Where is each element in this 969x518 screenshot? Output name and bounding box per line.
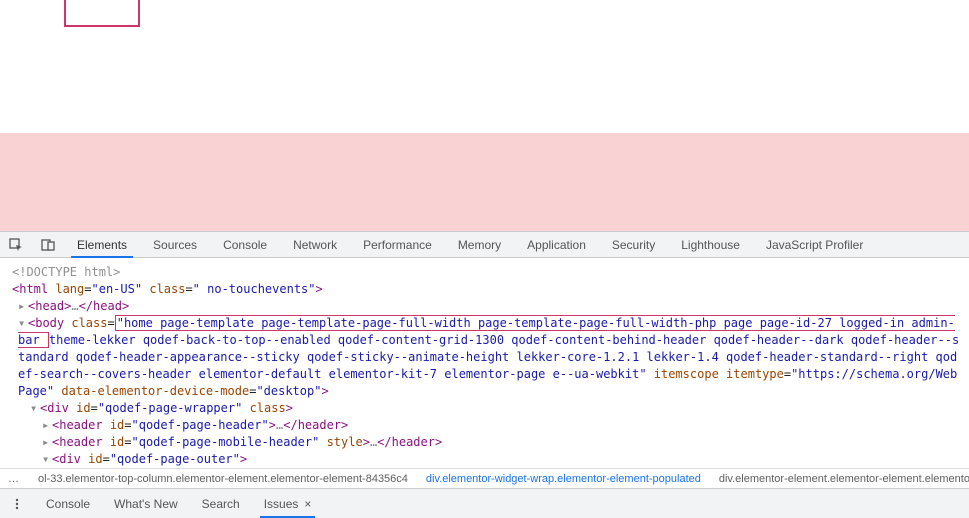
inspect-element-icon[interactable]: [0, 232, 32, 257]
drawer-tab-search[interactable]: Search: [190, 489, 252, 518]
breadcrumb-overflow[interactable]: …: [8, 473, 20, 485]
breadcrumb-bar[interactable]: … ol-33.elementor-top-column.elementor-e…: [0, 468, 969, 488]
tab-application[interactable]: Application: [514, 232, 599, 257]
kebab-menu-icon[interactable]: [0, 489, 34, 518]
page-preview: [0, 0, 969, 231]
tab-lighthouse[interactable]: Lighthouse: [668, 232, 753, 257]
devtools-tabbar: Elements Sources Console Network Perform…: [0, 231, 969, 258]
header-page-mobile-header[interactable]: ▸<header id="qodef-page-mobile-header" s…: [0, 434, 969, 451]
breadcrumb-item[interactable]: div.elementor-element.elementor-element.…: [719, 473, 969, 485]
tab-jsprofiler[interactable]: JavaScript Profiler: [753, 232, 876, 257]
tab-security[interactable]: Security: [599, 232, 668, 257]
close-icon[interactable]: ×: [304, 497, 311, 511]
div-page-outer[interactable]: ▾<div id="qodef-page-outer">: [0, 451, 969, 468]
device-toolbar-icon[interactable]: [32, 232, 64, 257]
header-page-header[interactable]: ▸<header id="qodef-page-header">…</heade…: [0, 417, 969, 434]
tab-sources[interactable]: Sources: [140, 232, 210, 257]
drawer-tab-whatsnew[interactable]: What's New: [102, 489, 190, 518]
head-node[interactable]: ▸<head>…</head>: [0, 298, 969, 315]
doctype-node[interactable]: <!DOCTYPE html>: [12, 265, 120, 279]
tab-elements[interactable]: Elements: [64, 232, 140, 257]
div-page-wrapper[interactable]: ▾<div id="qodef-page-wrapper" class>: [0, 400, 969, 417]
drawer-tabbar: Console What's New Search Issues×: [0, 488, 969, 518]
breadcrumb-item[interactable]: ol-33.elementor-top-column.elementor-ele…: [38, 473, 408, 485]
tab-console[interactable]: Console: [210, 232, 280, 257]
breadcrumb-item[interactable]: div.elementor-widget-wrap.elementor-elem…: [426, 473, 701, 485]
body-node[interactable]: ▾<body class="home page-template page-te…: [0, 315, 969, 400]
tab-network[interactable]: Network: [280, 232, 350, 257]
html-node[interactable]: <html lang="en-US" class=" no-touchevent…: [0, 281, 969, 298]
drawer-tab-issues[interactable]: Issues×: [252, 489, 324, 518]
tab-performance[interactable]: Performance: [350, 232, 445, 257]
elements-dom-tree[interactable]: <!DOCTYPE html> <html lang="en-US" class…: [0, 258, 969, 468]
tab-memory[interactable]: Memory: [445, 232, 514, 257]
drawer-tab-console[interactable]: Console: [34, 489, 102, 518]
